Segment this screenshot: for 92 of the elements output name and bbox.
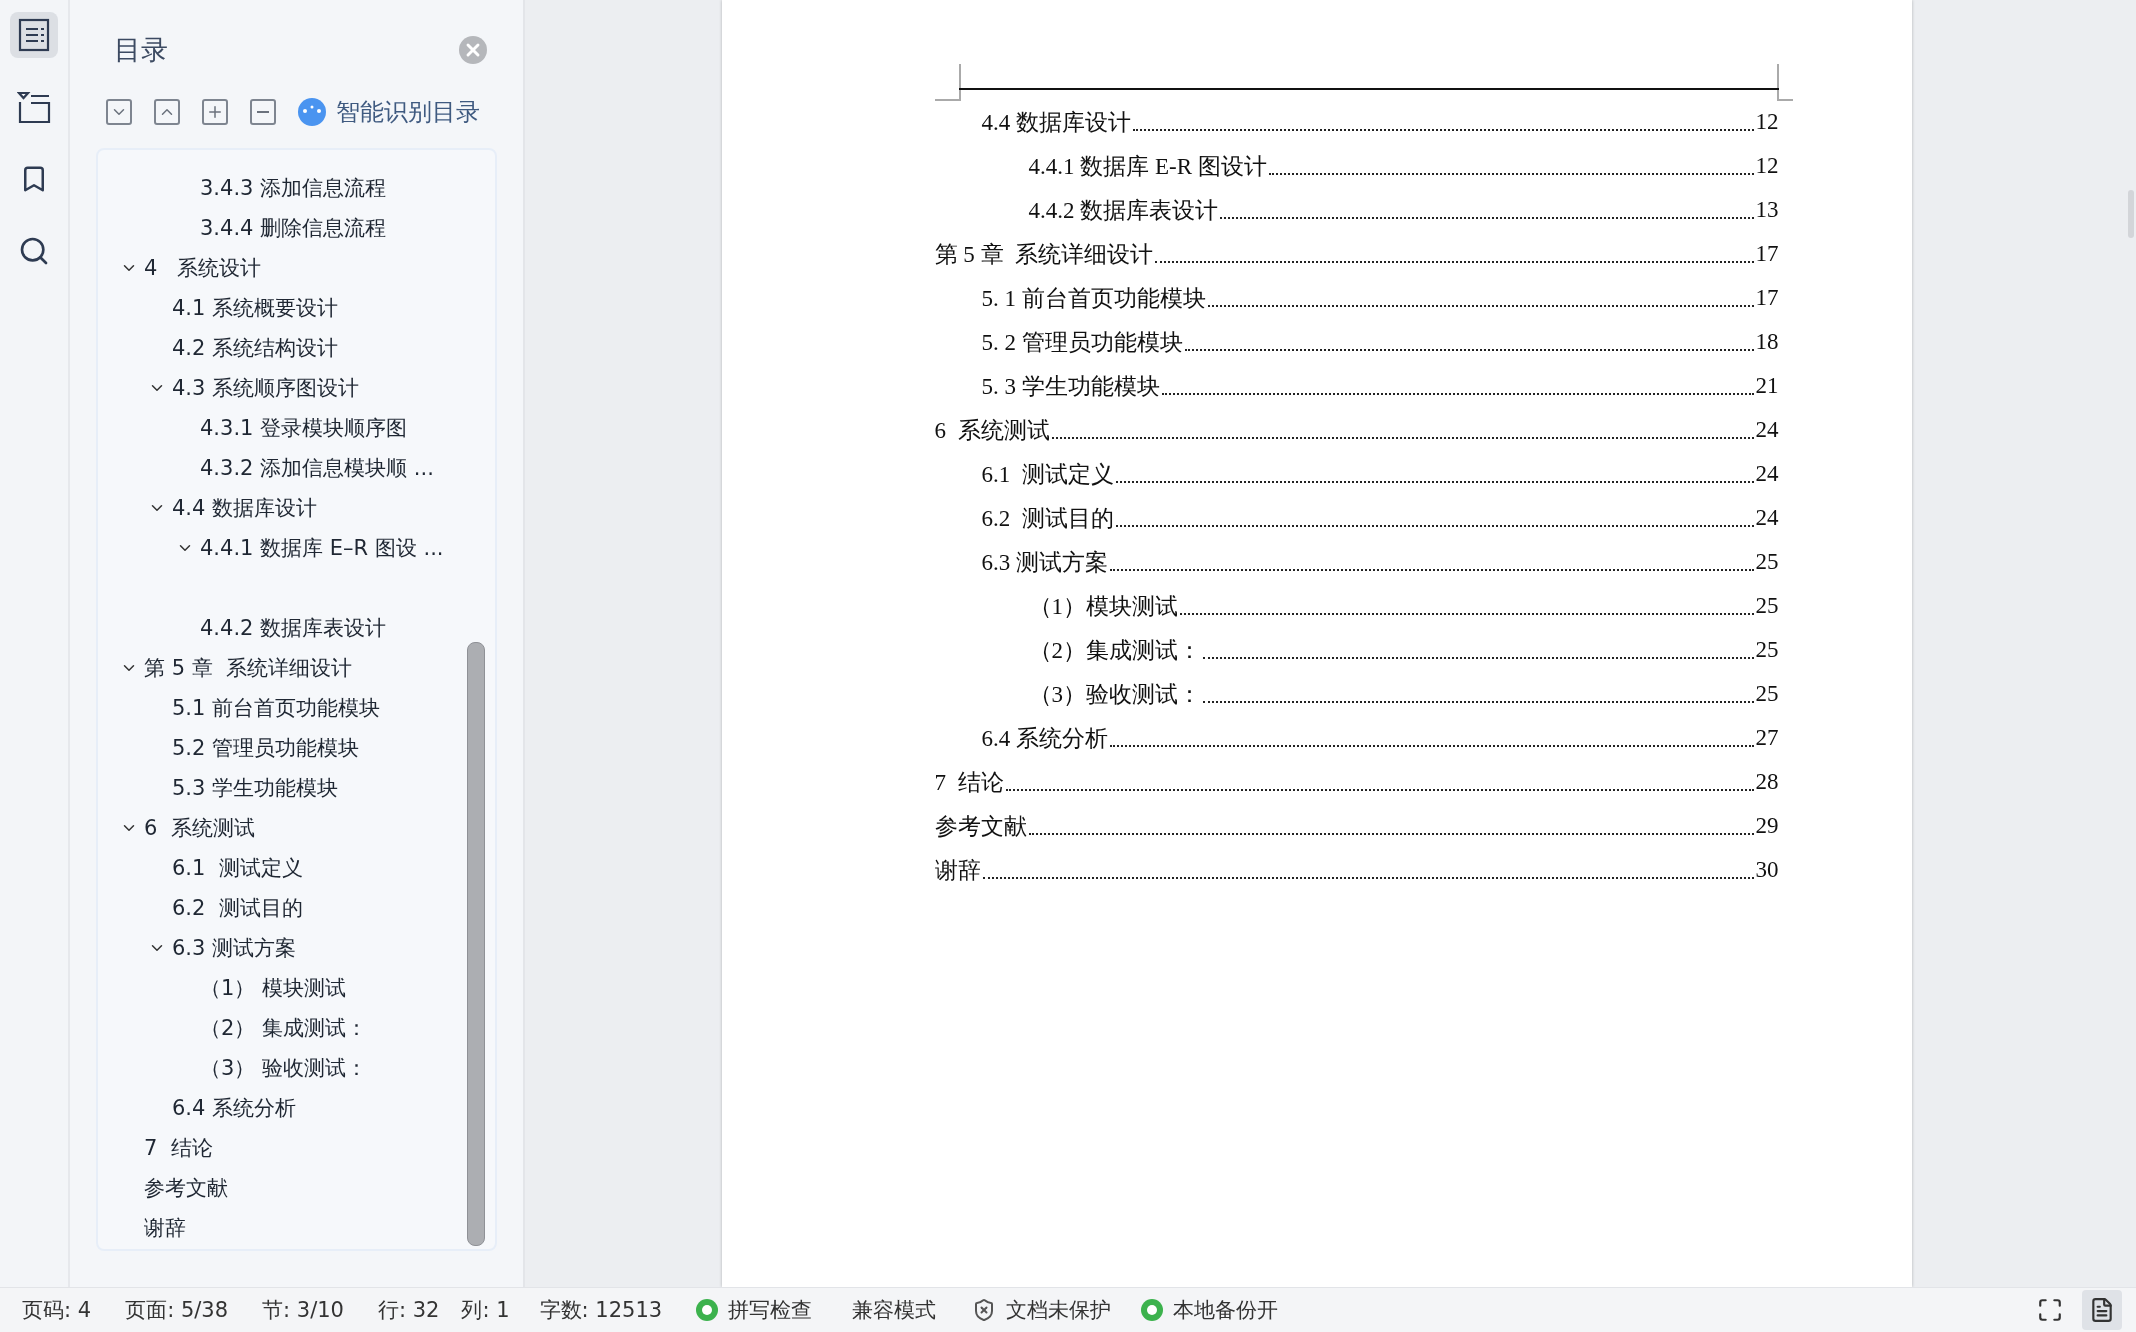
toc-item[interactable]: 4.4.1 数据库 E–R 图设 ... <box>200 534 444 562</box>
outline-icon <box>17 90 51 124</box>
toc-entry-title: （2）集成测试： <box>1028 636 1201 665</box>
page-number: 25 <box>1755 549 1779 575</box>
status-item[interactable]: 拼写检查 <box>696 1296 813 1324</box>
toc-item[interactable]: 谢辞 <box>144 1214 186 1242</box>
toc-entry-title: 6.2 测试目的 <box>981 504 1114 533</box>
toc-item[interactable]: 6.4 系统分析 <box>172 1094 297 1122</box>
scrollbar-thumb[interactable] <box>467 642 485 1246</box>
toc-item[interactable]: 4.4.2 数据库表设计 <box>200 614 387 642</box>
page-number: 17 <box>1755 241 1779 267</box>
sidebar-tab[interactable] <box>10 12 58 58</box>
toc-item[interactable]: 4.2 系统结构设计 <box>172 334 339 362</box>
status-item: 页面: 5/38 <box>125 1297 229 1324</box>
toc-entry-title: 4.4.2 数据库表设计 <box>1028 196 1219 225</box>
toc-item[interactable]: （2） 集成测试： <box>200 1014 368 1042</box>
toc-item[interactable]: 5.2 管理员功能模块 <box>172 734 360 762</box>
toc-item[interactable]: 6.3 测试方案 <box>172 934 297 962</box>
toc-entry-title: 谢辞 <box>934 856 981 885</box>
page-number: 24 <box>1755 505 1779 531</box>
page-number: 12 <box>1755 109 1779 135</box>
toc-entry-title: 6.3 测试方案 <box>981 548 1108 577</box>
page-view-icon <box>2089 1297 2115 1323</box>
page-number: 29 <box>1755 813 1779 839</box>
toc-entry-title: 4.4.1 数据库 E-R 图设计 <box>1028 152 1267 181</box>
status-ok-icon <box>1141 1299 1164 1321</box>
collapse-all-button[interactable] <box>154 99 180 125</box>
toc-item[interactable]: 4.4 数据库设计 <box>172 494 318 522</box>
panel-title: 目录 <box>113 33 168 67</box>
toc-item[interactable]: 3.4.4 删除信息流程 <box>200 214 387 242</box>
toc-entry-title: 第 5 章 系统详细设计 <box>934 240 1153 269</box>
contents-icon <box>17 18 51 52</box>
page-number: 30 <box>1755 857 1779 883</box>
page-number: 17 <box>1755 285 1779 311</box>
page-number: 18 <box>1755 329 1779 355</box>
toc-entry-title: 7 结论 <box>934 768 1004 797</box>
robot-icon <box>298 98 326 126</box>
fullscreen-icon <box>2037 1297 2063 1323</box>
view-button[interactable] <box>2082 1290 2122 1330</box>
add-button[interactable] <box>202 99 228 125</box>
page-number: 25 <box>1755 681 1779 707</box>
toc-entry-title: 参考文献 <box>934 812 1027 841</box>
status-item: 行: 32 <box>377 1297 440 1324</box>
status-item: 列: 1 <box>461 1297 510 1324</box>
status-item: 字数: 12513 <box>539 1297 663 1324</box>
status-item: 页码: 4 <box>22 1297 92 1324</box>
status-item[interactable]: 文档未保护 <box>972 1296 1112 1324</box>
page-number: 25 <box>1755 637 1779 663</box>
toc-entry-title: （3）验收测试： <box>1028 680 1201 709</box>
expand-all-button[interactable] <box>106 99 132 125</box>
toc-item[interactable]: 4 系统设计 <box>144 254 262 282</box>
page-number: 28 <box>1755 769 1779 795</box>
status-ok-icon <box>696 1299 719 1321</box>
search-icon <box>18 235 50 267</box>
toc-entry-title: 5. 1 前台首页功能模块 <box>981 284 1206 313</box>
toc-entry-title: 5. 3 学生功能模块 <box>981 372 1160 401</box>
toc-item[interactable]: 5.1 前台首页功能模块 <box>172 694 381 722</box>
toc-entry-title: 6.4 系统分析 <box>981 724 1108 753</box>
toc-item[interactable]: 6.2 测试目的 <box>172 894 303 922</box>
toc-item[interactable]: 6 系统测试 <box>144 814 255 842</box>
status-item: 兼容模式 <box>852 1297 937 1324</box>
toc-item[interactable]: 3.4.3 添加信息流程 <box>200 174 387 202</box>
toc-item[interactable]: 5.3 学生功能模块 <box>172 774 339 802</box>
page-number: 25 <box>1755 593 1779 619</box>
page-number: 24 <box>1755 461 1779 487</box>
toc-item[interactable]: 4.3.1 登录模块顺序图 <box>200 414 408 442</box>
page-number: 24 <box>1755 417 1779 443</box>
remove-button[interactable] <box>250 99 276 125</box>
minus-icon <box>257 111 269 113</box>
toc-entry-title: 6.1 测试定义 <box>981 460 1114 489</box>
toc-item[interactable]: 7 结论 <box>144 1134 213 1162</box>
toc-entry-title: 5. 2 管理员功能模块 <box>981 328 1183 357</box>
toc-item[interactable]: （1） 模块测试 <box>200 974 347 1002</box>
toc-item[interactable]: （3） 验收测试： <box>200 1054 368 1082</box>
toc-entry-title: 6 系统测试 <box>934 416 1050 445</box>
toc-item[interactable]: 4.3 系统顺序图设计 <box>172 374 360 402</box>
toc-entry-title: （1）模块测试 <box>1028 592 1178 621</box>
plus-icon <box>206 103 224 121</box>
smart-toc-button[interactable]: 智能识别目录 <box>298 96 480 128</box>
toc-entry-title: 4.4 数据库设计 <box>981 108 1131 137</box>
scrollbar-thumb[interactable] <box>2128 190 2134 238</box>
toc-item[interactable]: 第 5 章 系统详细设计 <box>144 654 353 682</box>
page-number: 27 <box>1755 725 1779 751</box>
status-item[interactable]: 本地备份开 <box>1141 1296 1279 1324</box>
page-number: 12 <box>1755 153 1779 179</box>
toc-item[interactable]: 4.3.2 添加信息模块顺 ... <box>200 454 434 482</box>
page-number: 13 <box>1755 197 1779 223</box>
page-number: 21 <box>1755 373 1779 399</box>
toc-item[interactable]: 4.1 系统概要设计 <box>172 294 339 322</box>
toc-item[interactable]: 6.1 测试定义 <box>172 854 303 882</box>
status-item: 节: 3/10 <box>262 1297 344 1324</box>
toc-item[interactable]: 参考文献 <box>144 1174 228 1202</box>
